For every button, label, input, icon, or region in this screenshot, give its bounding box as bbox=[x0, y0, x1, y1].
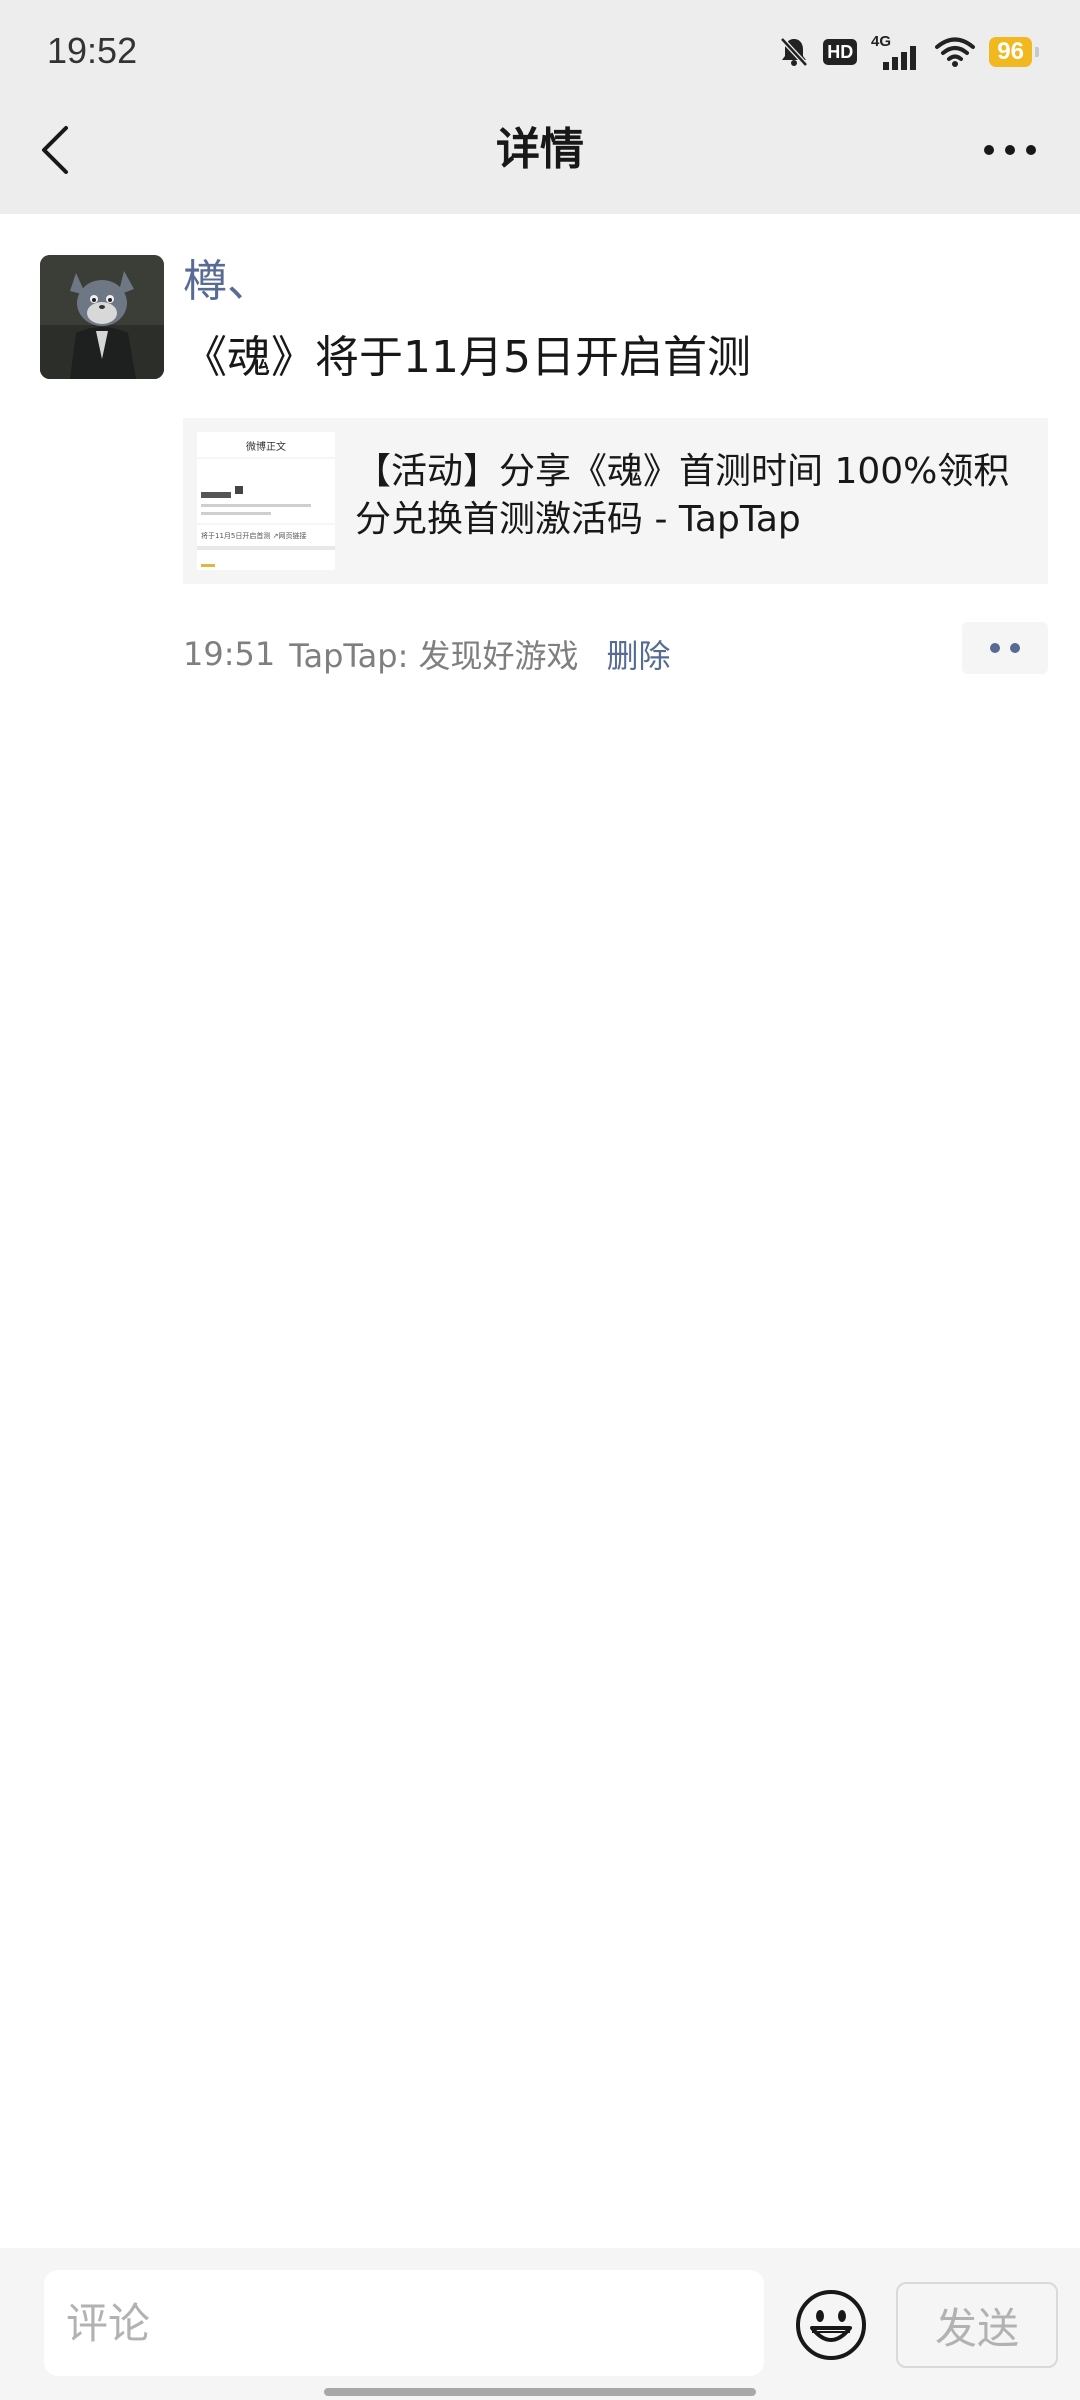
link-thumbnail: 微博正文 将于11月5日开启首测 ↗网页链接 bbox=[197, 432, 335, 570]
status-time: 19:52 bbox=[47, 30, 138, 71]
delete-button[interactable]: 删除 bbox=[607, 631, 671, 677]
emoji-button[interactable] bbox=[794, 2288, 868, 2362]
link-title-line: 分兑换首测激活码 - TapTap bbox=[355, 499, 801, 540]
wifi-icon bbox=[935, 37, 976, 67]
status-bar: 19:52 HD 4G 96 bbox=[0, 0, 1080, 100]
dot-icon bbox=[990, 643, 1000, 653]
post-time: 19:51 bbox=[183, 635, 276, 673]
avatar-image bbox=[40, 255, 164, 379]
post-meta: 19:51 TapTap: 发现好游戏 删除 bbox=[183, 630, 671, 678]
status-icons: HD 4G 96 bbox=[765, 30, 1039, 74]
svg-text:4G: 4G bbox=[871, 33, 891, 50]
battery-icon: 96 bbox=[989, 37, 1039, 67]
header-bar: 详情 bbox=[0, 100, 1080, 214]
dot-icon bbox=[1010, 643, 1020, 653]
svg-text:将于11月5日开启首测 ↗网页链接: 将于11月5日开启首测 ↗网页链接 bbox=[201, 531, 306, 540]
signal-4g-icon: 4G bbox=[871, 33, 917, 70]
hd-icon: HD bbox=[823, 39, 858, 65]
link-title-line: 【活动】分享《魂》首测时间 100%领积 bbox=[355, 451, 1010, 492]
post-text: 《魂》将于11月5日开启首测 bbox=[183, 332, 751, 383]
mute-bell-icon bbox=[780, 37, 809, 67]
home-indicator[interactable] bbox=[324, 2388, 756, 2396]
link-card[interactable]: 微博正文 将于11月5日开启首测 ↗网页链接 【活动】分享《魂》首测时间 100… bbox=[183, 418, 1048, 584]
avatar[interactable] bbox=[40, 255, 164, 379]
top-area: 19:52 HD 4G 96 详情 bbox=[0, 0, 1080, 214]
smiley-face-icon bbox=[796, 2290, 866, 2360]
author-name[interactable]: 樽、 bbox=[183, 252, 271, 312]
comment-bar: 发送 bbox=[0, 2248, 1080, 2400]
svg-text:微博正文: 微博正文 bbox=[246, 440, 286, 453]
like-comment-button[interactable] bbox=[962, 622, 1048, 674]
page-title: 详情 bbox=[496, 124, 584, 175]
more-dots-icon bbox=[984, 145, 1036, 155]
send-button[interactable]: 发送 bbox=[896, 2282, 1058, 2368]
link-title: 【活动】分享《魂》首测时间 100%领积 分兑换首测激活码 - TapTap bbox=[355, 448, 1035, 544]
comment-input[interactable] bbox=[44, 2270, 764, 2376]
post-source[interactable]: TapTap: 发现好游戏 bbox=[289, 631, 578, 677]
thumbnail-image: 微博正文 将于11月5日开启首测 ↗网页链接 bbox=[197, 432, 335, 570]
more-button[interactable] bbox=[980, 122, 1040, 178]
